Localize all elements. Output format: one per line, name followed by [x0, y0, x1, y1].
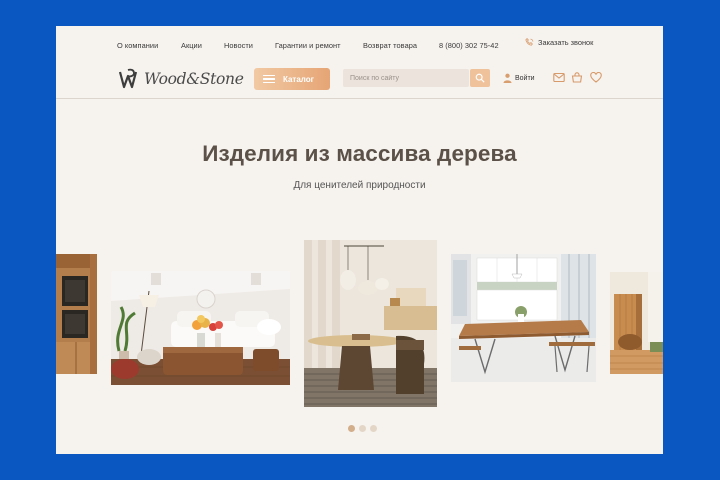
slide-dining-table[interactable] [451, 254, 596, 382]
login-link[interactable]: Войти [503, 73, 535, 83]
slide-kitchen-image [56, 254, 97, 374]
logo[interactable]: Wood&Stone [118, 67, 244, 91]
nav-warranty[interactable]: Гарантии и ремонт [275, 41, 341, 50]
slide-dining-area-image [304, 240, 437, 407]
callback-link[interactable]: Заказать звонок [524, 37, 593, 48]
user-icon [503, 73, 512, 83]
slide-kitchen[interactable] [56, 254, 97, 374]
slider-dot-1[interactable] [348, 425, 355, 432]
nav-news[interactable]: Новости [224, 41, 253, 50]
search-icon [475, 73, 485, 83]
slide-living-room[interactable] [111, 271, 290, 385]
page: О компании Акции Новости Гарантии и ремо… [56, 26, 663, 454]
heart-icon[interactable] [590, 72, 602, 83]
search-input[interactable] [343, 69, 469, 87]
nav-promotions[interactable]: Акции [181, 41, 202, 50]
slide-dining-area[interactable] [304, 240, 437, 407]
mail-icon[interactable] [553, 72, 565, 83]
burger-icon [263, 75, 275, 83]
catalog-button[interactable]: Каталог [254, 68, 330, 90]
hero-subtitle: Для ценителей природности [293, 180, 426, 191]
slide-wood-panels-image [610, 272, 663, 374]
cart-icon[interactable] [571, 72, 583, 83]
callback-label: Заказать звонок [538, 38, 594, 47]
logo-text: Wood&Stone [144, 70, 244, 88]
nav-returns[interactable]: Возврат товара [363, 41, 417, 50]
slide-living-room-image [111, 271, 290, 385]
logo-mark-icon [118, 68, 138, 89]
slide-dining-table-image [451, 254, 596, 382]
slider-dots [348, 425, 377, 432]
nav-phone[interactable]: 8 (800) 302 75-42 [439, 41, 499, 50]
search-bar [343, 69, 491, 87]
header-divider [56, 98, 663, 99]
slider-dot-3[interactable] [370, 425, 377, 432]
search-button[interactable] [470, 69, 490, 87]
slider-dot-2[interactable] [359, 425, 366, 432]
catalog-label: Каталог [283, 74, 314, 84]
slide-wood-panels[interactable] [610, 272, 663, 374]
login-label: Войти [515, 74, 535, 82]
nav-about[interactable]: О компании [117, 41, 158, 50]
phone-icon [525, 38, 534, 46]
hero-title: Изделия из массива дерева [202, 141, 517, 166]
